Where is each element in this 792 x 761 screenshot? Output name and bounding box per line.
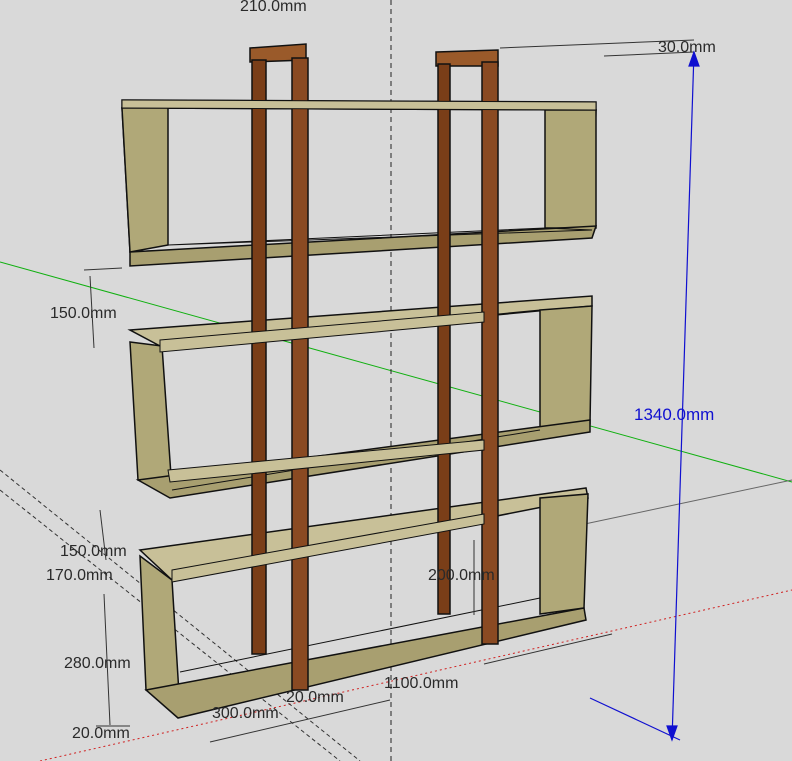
upper-rail <box>121 99 597 111</box>
guide-line-right <box>579 479 792 526</box>
model-canvas[interactable]: 210.0mm 30.0mm 1340.0mm 150.0mm 150.0mm … <box>0 0 792 761</box>
dim-bottom-box-height: 280.0mm <box>64 655 131 672</box>
sketchup-viewport[interactable]: 210.0mm 30.0mm 1340.0mm 150.0mm 150.0mm … <box>0 0 792 761</box>
lower-box <box>138 487 589 719</box>
dim-overlap: 20.0mm <box>286 689 344 706</box>
left-ladder <box>249 43 309 691</box>
dim-post-depth: 30.0mm <box>658 39 716 56</box>
mid-rail-2 <box>167 439 485 483</box>
right-ladder <box>435 49 499 645</box>
dim-depth: 300.0mm <box>212 705 279 722</box>
dim-base-thickness: 20.0mm <box>72 725 130 742</box>
dim-gap-lower: 150.0mm <box>60 543 127 560</box>
dim-inner-height: 200.0mm <box>428 567 495 584</box>
dim-total-width: 1100.0mm <box>384 675 458 692</box>
dim-shelf-offset: 170.0mm <box>46 567 113 584</box>
dim-top-width: 210.0mm <box>240 0 307 15</box>
dim-gap-upper: 150.0mm <box>50 305 117 322</box>
dim-total-height: 1340.0mm <box>634 405 714 424</box>
upper-box <box>121 99 598 267</box>
blue-dimension <box>589 50 700 742</box>
